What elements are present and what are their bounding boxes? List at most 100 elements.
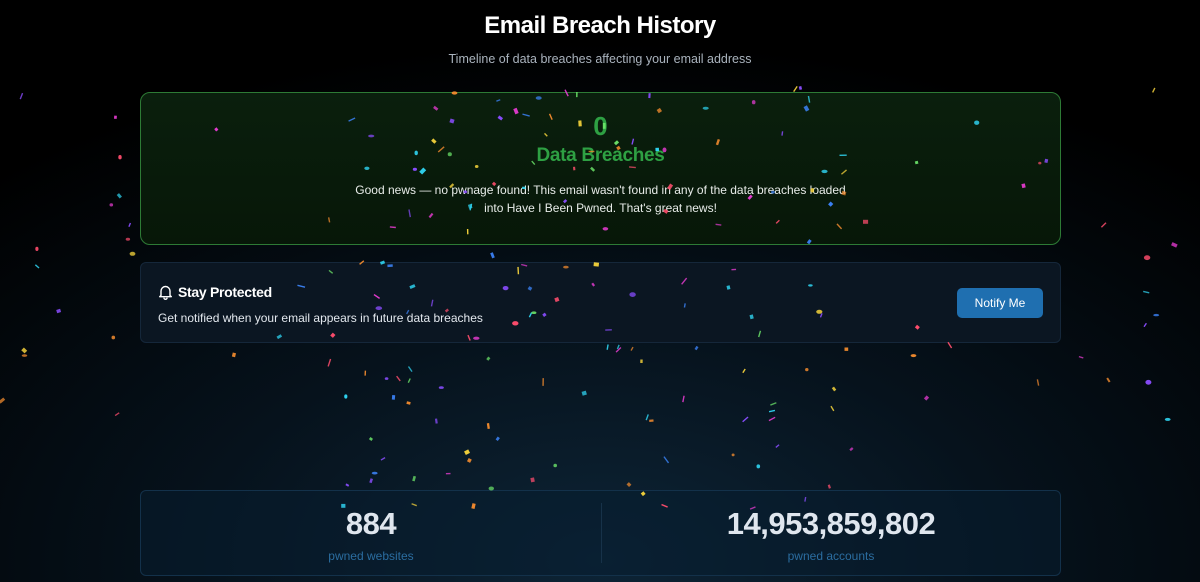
confetti-piece [530, 477, 535, 483]
confetti-piece [553, 463, 557, 468]
confetti-piece [396, 375, 401, 382]
confetti-piece [344, 394, 348, 399]
confetti-piece [495, 436, 500, 442]
confetti-piece [384, 377, 389, 380]
confetti-piece [345, 483, 350, 487]
confetti-piece [798, 86, 803, 90]
page-title: Email Breach History [484, 12, 716, 39]
confetti-piece [407, 366, 413, 373]
confetti-piece [231, 352, 236, 358]
confetti-piece [616, 344, 620, 350]
confetti-piece [1171, 242, 1178, 248]
confetti-piece [21, 354, 28, 357]
confetti-piece [1078, 355, 1084, 359]
confetti-piece [831, 386, 837, 392]
breach-count: 0 [593, 111, 608, 141]
confetti-piece [1100, 222, 1107, 228]
confetti-piece [0, 397, 6, 404]
confetti-piece [111, 335, 116, 340]
confetti-piece [118, 155, 122, 160]
confetti-piece [770, 402, 777, 406]
confetti-piece [542, 378, 544, 386]
confetti-piece [775, 444, 780, 448]
breach-count-label: Data Breaches [536, 145, 665, 166]
confetti-piece [327, 358, 332, 367]
confetti-piece [129, 251, 136, 256]
confetti-piece [380, 457, 386, 461]
confetti-piece [827, 484, 831, 489]
result-message: Good news — no pwnage found! This email … [355, 183, 846, 215]
confetti-piece [1153, 313, 1160, 317]
confetti-piece [663, 456, 670, 464]
confetti-piece [114, 412, 120, 417]
page-header: Email Breach History Timeline of data br… [0, 12, 1200, 66]
confetti-piece [19, 92, 24, 100]
confetti-piece [445, 472, 451, 475]
confetti-piece [731, 453, 735, 457]
confetti-piece [626, 482, 632, 487]
notify-me-button[interactable]: Notify Me [957, 288, 1043, 318]
confetti-piece [615, 347, 622, 353]
confetti-piece [412, 475, 416, 482]
confetti-piece [369, 478, 373, 484]
stay-protected-title: Stay Protected [178, 284, 272, 300]
stat-pwned-websites: 884 pwned websites [141, 491, 601, 577]
confetti-piece [1106, 377, 1111, 383]
confetti-piece [128, 222, 132, 228]
confetti-piece [109, 203, 114, 207]
confetti-piece [640, 359, 643, 363]
stay-protected-description: Get notified when your email appears in … [158, 311, 483, 325]
confetti-piece [1145, 379, 1152, 385]
confetti-piece [849, 447, 854, 452]
confetti-piece [490, 252, 495, 259]
confetti-piece [371, 471, 378, 475]
confetti-piece [630, 346, 634, 351]
confetti-piece [113, 115, 117, 119]
confetti-piece [434, 418, 438, 424]
confetti-piece [21, 347, 28, 354]
confetti-piece [742, 416, 749, 423]
confetti-piece [649, 419, 654, 422]
confetti-piece [910, 354, 917, 358]
confetti-piece [35, 246, 39, 251]
breach-result-card: 0 Data Breaches Good news — no pwnage fo… [140, 92, 1061, 245]
confetti-piece [645, 414, 649, 421]
pwned-accounts-label: pwned accounts [787, 549, 875, 563]
bell-icon [158, 284, 173, 300]
pwned-stats-card: 884 pwned websites 14,953,859,802 pwned … [140, 490, 1061, 576]
confetti-piece [581, 390, 587, 396]
confetti-piece [923, 395, 930, 401]
confetti-piece [438, 386, 444, 389]
confetti-piece [486, 356, 491, 361]
confetti-piece [116, 193, 122, 199]
confetti-piece [368, 436, 374, 442]
confetti-piece [364, 370, 367, 376]
confetti-piece [606, 344, 609, 350]
confetti-piece [1036, 379, 1040, 386]
confetti-piece [1152, 87, 1156, 93]
confetti-piece [486, 423, 490, 429]
stay-protected-card: Stay Protected Get notified when your em… [140, 262, 1061, 343]
confetti-piece [1143, 255, 1151, 261]
confetti-piece [805, 368, 809, 372]
confetti-piece [756, 464, 761, 469]
confetti-piece [1143, 290, 1150, 294]
confetti-piece [391, 394, 396, 400]
confetti-piece [768, 409, 776, 413]
confetti-piece [56, 308, 62, 314]
page-subtitle: Timeline of data breaches affecting your… [448, 52, 752, 66]
confetti-piece [406, 401, 411, 405]
stay-protected-header: Stay Protected [158, 284, 272, 300]
confetti-piece [830, 405, 835, 412]
pwned-websites-value: 884 [345, 506, 397, 541]
confetti-piece [768, 416, 776, 422]
pwned-websites-label: pwned websites [328, 549, 414, 563]
stat-pwned-accounts: 14,953,859,802 pwned accounts [601, 491, 1061, 577]
confetti-piece [694, 345, 699, 351]
confetti-piece [125, 237, 131, 241]
confetti-piece [34, 264, 40, 269]
confetti-piece [742, 368, 746, 374]
confetti-piece [1143, 322, 1147, 328]
confetti-piece [466, 457, 472, 463]
confetti-piece [464, 449, 470, 456]
